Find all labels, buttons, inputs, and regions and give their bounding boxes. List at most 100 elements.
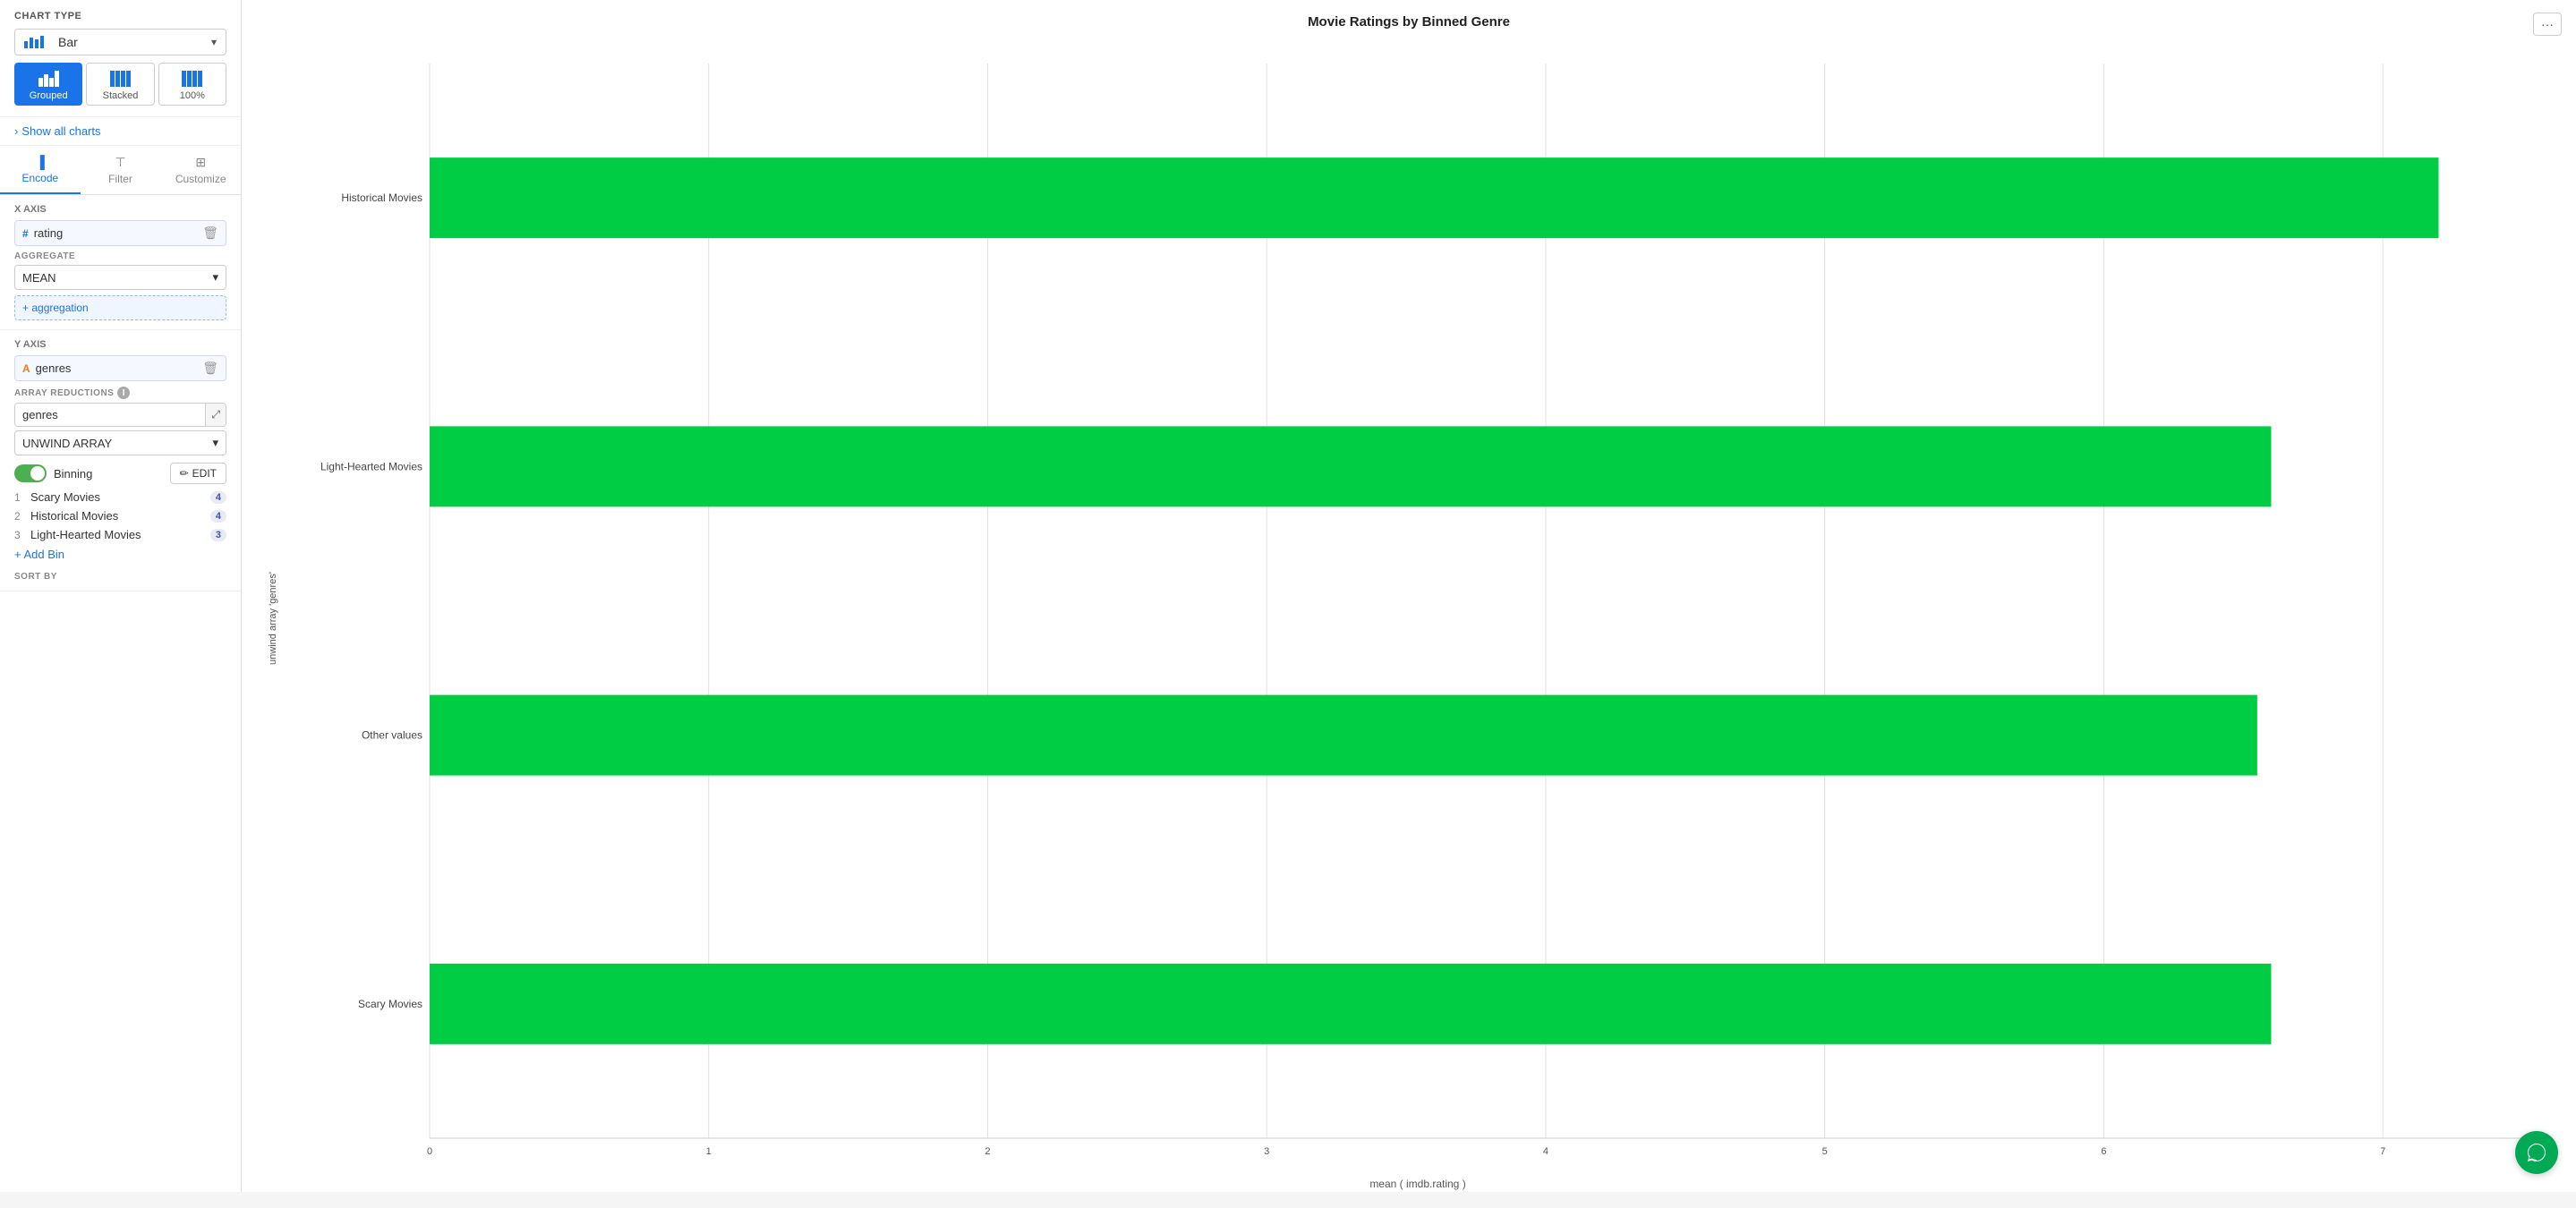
chart-header: Movie Ratings by Binned Genre ···	[242, 0, 2576, 37]
binning-toggle[interactable]	[14, 464, 47, 482]
bin-item-1: 1 Scary Movies 4	[14, 488, 226, 506]
x-axis-field-name: rating	[34, 226, 198, 240]
chart-type-select[interactable]: Bar ▾	[14, 29, 226, 55]
chart-inner: 01234567Historical MoviesLight-Hearted M…	[286, 46, 2549, 1190]
svg-text:Scary Movies: Scary Movies	[358, 998, 422, 1010]
expand-icon[interactable]: ⤢	[205, 404, 226, 426]
bin-number-3: 3	[14, 529, 25, 541]
svg-text:Historical Movies: Historical Movies	[341, 191, 422, 204]
unwind-value: UNWIND ARRAY	[22, 437, 112, 450]
bar-chart-icon	[24, 36, 44, 48]
svg-text:7: 7	[2380, 1146, 2385, 1157]
bin-number-1: 1	[14, 491, 25, 504]
aggregate-label: AGGREGATE	[14, 251, 226, 261]
array-reductions-label: ARRAY REDUCTIONS i	[14, 387, 226, 399]
hash-icon: #	[22, 227, 29, 240]
bin-name-1: Scary Movies	[30, 490, 205, 504]
svg-text:1: 1	[706, 1146, 712, 1157]
y-axis-label: Y Axis	[14, 339, 226, 350]
y-axis-field-pill: A genres 🗑	[14, 355, 226, 381]
y-axis-delete-icon[interactable]: 🗑	[202, 361, 218, 376]
100pct-label: 100%	[180, 90, 205, 101]
grouped-bar-btn[interactable]: Grouped	[14, 63, 82, 106]
tab-customize[interactable]: ⊞ Customize	[160, 146, 241, 194]
svg-text:2: 2	[985, 1146, 990, 1157]
add-bin-label: + Add Bin	[14, 548, 64, 561]
sort-by-label: SORT BY	[14, 572, 226, 582]
chart-svg: 01234567Historical MoviesLight-Hearted M…	[286, 46, 2549, 1174]
chart-menu-btn[interactable]: ···	[2533, 13, 2562, 36]
binning-row: Binning ✏ EDIT	[14, 463, 226, 484]
grouped-icon	[38, 69, 59, 87]
encode-icon: ▐	[36, 155, 45, 169]
chat-bubble-btn[interactable]	[2515, 1131, 2558, 1174]
svg-text:4: 4	[1543, 1146, 1548, 1157]
y-axis-field-name: genres	[36, 362, 198, 375]
bin-item-2: 2 Historical Movies 4	[14, 506, 226, 525]
tab-filter[interactable]: ⊤ Filter	[81, 146, 161, 194]
x-axis-label: X Axis	[14, 204, 226, 215]
customize-icon: ⊞	[195, 155, 206, 170]
svg-text:Light-Hearted Movies: Light-Hearted Movies	[320, 460, 422, 472]
chat-icon	[2526, 1142, 2547, 1163]
main-area: Movie Ratings by Binned Genre ··· unwind…	[242, 0, 2576, 1192]
chart-title: Movie Ratings by Binned Genre	[1308, 14, 1510, 30]
show-all-charts-label: Show all charts	[21, 124, 100, 138]
edit-pencil-icon: ✏	[180, 467, 189, 480]
bin-number-2: 2	[14, 510, 25, 523]
bin-name-3: Light-Hearted Movies	[30, 528, 205, 541]
x-axis-delete-icon[interactable]: 🗑	[202, 225, 218, 241]
genres-row: genres ⤢	[14, 403, 226, 427]
100pct-bar-btn[interactable]: 100%	[158, 63, 226, 106]
add-bin-btn[interactable]: + Add Bin	[14, 544, 226, 565]
stacked-label: Stacked	[103, 90, 139, 101]
aggregate-value: MEAN	[22, 271, 56, 285]
filter-icon: ⊤	[115, 155, 125, 170]
svg-text:Other values: Other values	[362, 729, 422, 742]
bin-item-3: 3 Light-Hearted Movies 3	[14, 525, 226, 544]
bin-count-3: 3	[210, 529, 226, 541]
aggregate-select[interactable]: MEAN ▾	[14, 265, 226, 290]
100pct-icon	[182, 69, 202, 87]
info-icon[interactable]: i	[117, 387, 130, 399]
bin-name-2: Historical Movies	[30, 509, 205, 523]
bin-count-2: 4	[210, 510, 226, 523]
customize-label: Customize	[175, 173, 226, 185]
y-axis-chart-label: unwind array 'genres'	[268, 572, 278, 665]
left-panel: Chart Type Bar ▾ Grouped	[0, 0, 242, 1192]
chart-type-value: Bar	[58, 35, 78, 49]
filter-label: Filter	[108, 173, 132, 185]
unwind-arrow-icon: ▾	[212, 436, 218, 450]
add-aggregation-label: + aggregation	[22, 302, 89, 314]
encode-tabs: ▐ Encode ⊤ Filter ⊞ Customize	[0, 146, 241, 195]
encode-label: Encode	[21, 172, 58, 184]
show-all-charts-btn[interactable]: › Show all charts	[0, 117, 241, 146]
x-axis-field-pill: # rating 🗑	[14, 220, 226, 246]
x-axis-section: X Axis # rating 🗑 AGGREGATE MEAN ▾ + agg…	[0, 195, 241, 330]
grouped-label: Grouped	[30, 90, 68, 101]
bin-list: 1 Scary Movies 4 2 Historical Movies 4 3…	[14, 488, 226, 544]
y-axis-section: Y Axis A genres 🗑 ARRAY REDUCTIONS i gen…	[0, 330, 241, 591]
binning-label: Binning	[54, 467, 163, 481]
svg-text:5: 5	[1822, 1146, 1828, 1157]
y-axis-label-container: unwind array 'genres'	[260, 46, 286, 1190]
chart-type-label: Chart Type	[14, 11, 226, 21]
chart-type-arrow-icon: ▾	[211, 36, 217, 48]
bin-count-1: 4	[210, 491, 226, 504]
aggregate-arrow-icon: ▾	[212, 270, 218, 285]
x-axis-chart-label: mean ( imdb.rating )	[286, 1174, 2549, 1190]
svg-text:6: 6	[2101, 1146, 2106, 1157]
edit-bin-btn[interactable]: ✏ EDIT	[170, 463, 226, 484]
edit-label: EDIT	[192, 467, 217, 480]
unwind-select[interactable]: UNWIND ARRAY ▾	[14, 430, 226, 455]
text-icon: A	[22, 362, 30, 375]
bar-type-buttons: Grouped Stacked 100%	[14, 63, 226, 106]
genres-label: genres	[15, 404, 205, 426]
svg-text:0: 0	[427, 1146, 432, 1157]
add-aggregation-btn[interactable]: + aggregation	[14, 295, 226, 320]
chevron-icon: ›	[14, 124, 18, 138]
stacked-icon	[110, 69, 131, 87]
chart-type-section: Chart Type Bar ▾ Grouped	[0, 0, 241, 117]
stacked-bar-btn[interactable]: Stacked	[86, 63, 154, 106]
tab-encode[interactable]: ▐ Encode	[0, 146, 81, 194]
